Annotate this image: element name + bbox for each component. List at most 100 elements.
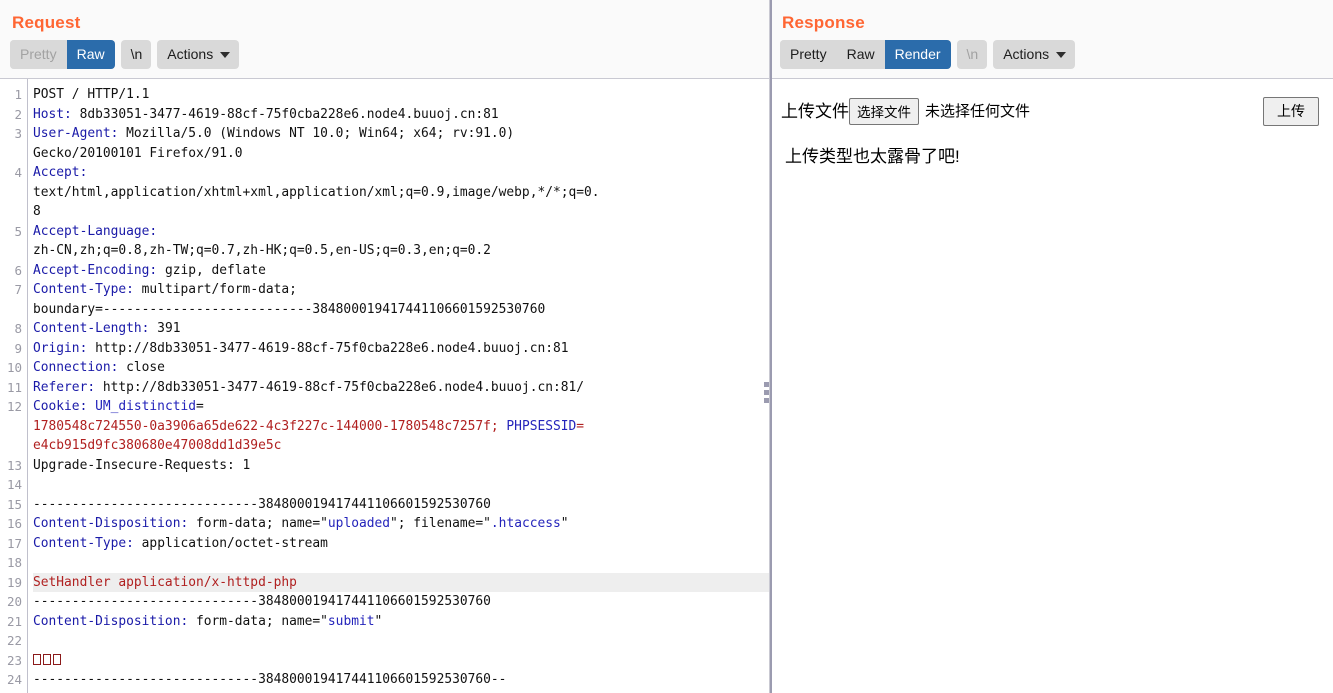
line-number: 14 [6, 477, 22, 492]
response-newline-label: \n [966, 46, 979, 62]
line-number: 17 [6, 535, 22, 551]
response-message-wrap: 上传类型也太露骨了吧! [781, 146, 1319, 168]
code-line: POST / HTTP/1.1 [33, 85, 769, 105]
code-segment: http://8db33051-3477-4619-88cf-75f0cba22… [87, 340, 569, 356]
line-number [0, 300, 27, 320]
code-line: Content-Type: application/octet-stream [33, 534, 769, 554]
code-line: User-Agent: Mozilla/5.0 (Windows NT 10.0… [33, 124, 769, 144]
splitter-bar [770, 0, 772, 693]
code-segment: Content-Disposition: [33, 613, 189, 629]
code-segment: Content-Type: [33, 535, 134, 551]
tab-response-render[interactable]: Render [884, 40, 951, 69]
code-segment: Accept-Encoding: [33, 262, 158, 278]
line-number: 16 [6, 516, 22, 531]
code-line: Content-Type: multipart/form-data; [33, 280, 769, 300]
code-segment: 8db33051-3477-4619-88cf-75f0cba228e6.nod… [71, 106, 499, 122]
request-panel-header: Request Pretty Raw \n Actions [0, 0, 769, 78]
line-number [0, 436, 27, 456]
code-segment: 391 [149, 321, 181, 336]
tab-response-pretty[interactable]: Pretty [780, 40, 837, 69]
code-segment: uploaded [327, 516, 391, 531]
request-newline-label: \n [130, 46, 143, 62]
response-title: Response [782, 13, 865, 32]
line-number: 7 [14, 282, 22, 297]
code-line: boundary=---------------------------3848… [33, 300, 769, 320]
code-line: Gecko/20100101 Firefox/91.0 [33, 144, 769, 164]
request-tabbar: Pretty Raw \n Actions [10, 40, 769, 78]
code-segment: Origin: [33, 340, 88, 356]
code-segment: 1 [234, 457, 251, 473]
request-view-tabs: Pretty Raw [10, 40, 115, 69]
response-render-area: 上传文件 选择文件 未选择任何文件 上传 上传类型也太露骨了吧! [770, 78, 1333, 693]
splitter-grip-icon[interactable] [764, 382, 769, 403]
code-segment: 1780548c724550-0a3906a65de622-4c3f227c-1… [33, 418, 507, 434]
code-line: Upgrade-Insecure-Requests: 1 [33, 456, 769, 476]
file-selection-status: 未选择任何文件 [925, 102, 1031, 120]
code-segment: submit [327, 613, 375, 629]
line-number: 1 [14, 87, 22, 102]
line-number: 21 [6, 613, 22, 629]
tab-response-raw[interactable]: Raw [836, 40, 885, 69]
burp-suite-repeater-view: Request Pretty Raw \n Actions 1234567891… [0, 0, 1333, 693]
request-actions-label: Actions [167, 46, 214, 62]
splitter-grip-dot [764, 398, 769, 403]
line-number [0, 241, 27, 261]
code-segment: Upgrade-Insecure-Requests: [33, 457, 235, 473]
line-number: 18 [6, 555, 22, 570]
code-line: Cookie: UM_distinctid= [33, 397, 769, 417]
response-panel: Response Pretty Raw Render \n Actions 上传… [770, 0, 1333, 693]
unrenderable-glyph-icon [33, 653, 41, 665]
line-number: 11 [6, 379, 22, 395]
request-newline-toggle[interactable]: \n [120, 40, 152, 69]
request-code-area[interactable]: 1234567891011121314151617181920212223242… [0, 78, 769, 693]
panel-splitter[interactable] [764, 0, 774, 693]
code-line: Accept: [33, 163, 769, 183]
line-number [0, 144, 27, 164]
line-number: 9 [14, 340, 22, 356]
line-number: 8 [14, 321, 22, 336]
line-number: 15 [6, 496, 22, 512]
request-code-lines[interactable]: POST / HTTP/1.1 Host: 8db33051-3477-4619-… [28, 79, 769, 693]
line-number: 4 [14, 165, 22, 180]
line-number: 6 [14, 262, 22, 278]
code-line: -----------------------------38480001941… [33, 495, 769, 515]
code-segment: .htaccess [490, 516, 561, 531]
response-message: 上传类型也太露骨了吧! [785, 147, 960, 166]
splitter-grip-dot [764, 390, 769, 395]
code-segment: POST / HTTP/1.1 [33, 87, 150, 102]
code-segment: gzip, deflate [157, 262, 266, 278]
choose-file-button[interactable]: 选择文件 [849, 98, 919, 125]
request-actions-button[interactable]: Actions [157, 40, 240, 69]
tab-request-pretty[interactable]: Pretty [10, 40, 67, 69]
code-segment: http://8db33051-3477-4619-88cf-75f0cba22… [95, 379, 585, 395]
code-segment: = [576, 418, 585, 434]
code-segment: -----------------------------38480001941… [33, 594, 491, 609]
code-line: Accept-Encoding: gzip, deflate [33, 261, 769, 281]
request-title: Request [12, 13, 81, 32]
response-newline-toggle[interactable]: \n [956, 40, 988, 69]
splitter-grip-dot [764, 382, 769, 387]
line-number: 5 [14, 223, 22, 239]
code-segment: " [374, 613, 383, 629]
line-number: 10 [6, 360, 22, 375]
upload-submit-button[interactable]: 上传 [1263, 97, 1319, 126]
request-panel: Request Pretty Raw \n Actions 1234567891… [0, 0, 770, 693]
code-segment: Content-Length: [33, 321, 150, 336]
line-number: 12 [6, 399, 22, 414]
code-segment: = [196, 399, 204, 414]
code-line: Origin: http://8db33051-3477-4619-88cf-7… [33, 339, 769, 359]
tab-request-raw[interactable]: Raw [66, 40, 115, 69]
code-segment: Host: [33, 106, 72, 122]
response-actions-button[interactable]: Actions [993, 40, 1076, 69]
code-segment: UM_distinctid [95, 399, 196, 414]
line-number: 23 [6, 652, 22, 668]
code-line: Accept-Language: [33, 222, 769, 242]
code-segment: Gecko/20100101 Firefox/91.0 [33, 145, 243, 161]
code-line: -----------------------------38480001941… [33, 592, 769, 612]
chevron-down-icon [1056, 52, 1067, 58]
code-segment: Referer: [33, 379, 96, 395]
line-number: 22 [6, 633, 22, 648]
